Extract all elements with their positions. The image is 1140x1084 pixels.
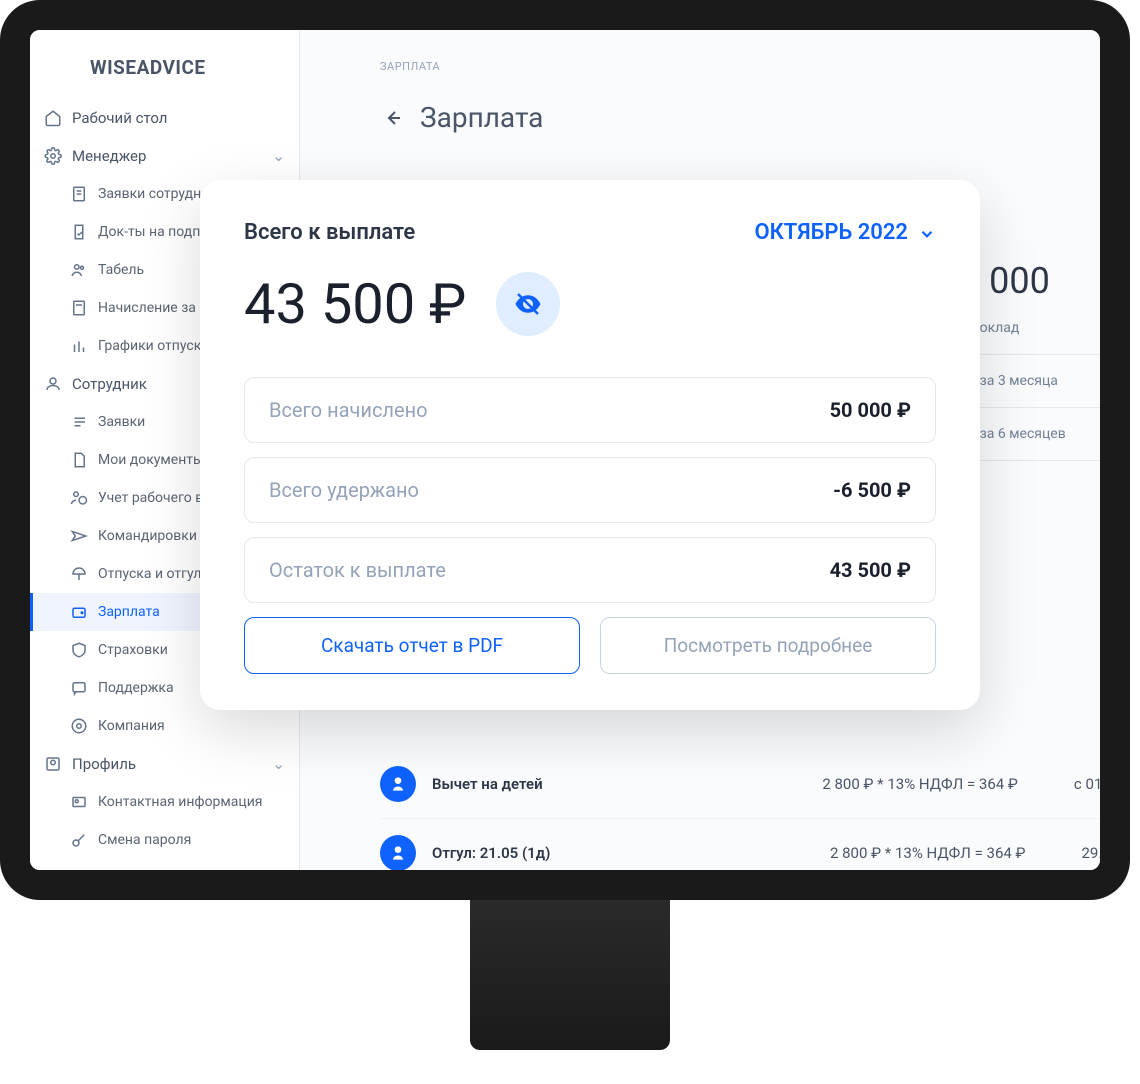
- detail-withheld: Всего удержано -6 500 ₽: [244, 457, 936, 523]
- calculator-icon: [70, 299, 88, 317]
- nav-label: Компания: [98, 718, 165, 734]
- nav-label: Учет рабочего в: [98, 490, 203, 506]
- nav-label: Заявки: [98, 414, 145, 430]
- nav-label: Рабочий стол: [72, 109, 167, 127]
- nav-label: Командировки: [98, 528, 197, 544]
- bg-line: ий за 3 месяца: [960, 355, 1100, 408]
- salary-summary-card: Всего к выплате ОКТЯБРЬ 2022 43 500 ₽ Вс…: [200, 180, 980, 710]
- nav-label: Зарплата: [98, 604, 160, 620]
- nav-label: Смена пароля: [98, 832, 191, 848]
- nav-label: Док-ты на подп: [98, 224, 200, 240]
- clipboard-icon: [70, 185, 88, 203]
- bg-stats: 2 000 ий оклад ий за 3 месяца ий за 6 ме…: [960, 260, 1100, 461]
- nav-label: Сотрудник: [72, 375, 147, 393]
- list-icon: [70, 413, 88, 431]
- shield-icon: [70, 641, 88, 659]
- nav-profile-contact[interactable]: Контактная информация: [30, 783, 299, 821]
- card-icon: [70, 793, 88, 811]
- nav-emp-company[interactable]: Компания: [30, 707, 299, 745]
- child-deduction-icon: [380, 766, 416, 802]
- history-title: Вычет на детей: [432, 775, 692, 793]
- eye-off-icon: [513, 289, 543, 319]
- month-value: ОКТЯБРЬ 2022: [754, 220, 908, 245]
- bg-amount: 2 000: [960, 260, 1100, 302]
- download-pdf-button[interactable]: Скачать отчет в PDF: [244, 617, 580, 674]
- bg-line: ий за 6 месяцев: [960, 408, 1100, 461]
- total-amount: 43 500 ₽: [244, 271, 466, 337]
- dayoff-icon: [380, 835, 416, 870]
- back-arrow-icon[interactable]: [380, 106, 404, 130]
- nav-label: Отпуска и отгул: [98, 566, 201, 582]
- toggle-visibility-button[interactable]: [496, 272, 560, 336]
- history-formula: 2 800 ₽ * 13% НДФЛ = 364 ₽: [708, 844, 1066, 862]
- history-row[interactable]: Вычет на детей 2 800 ₽ * 13% НДФЛ = 364 …: [380, 750, 1100, 819]
- detail-label: Всего начислено: [269, 398, 428, 422]
- detail-label: Всего удержано: [269, 478, 419, 502]
- home-icon: [44, 109, 62, 127]
- detail-value: 43 500 ₽: [830, 558, 911, 582]
- nav-label: Страховки: [98, 642, 168, 658]
- bg-line: ий оклад: [960, 302, 1100, 355]
- history-row[interactable]: Отгул: 21.05 (1д) 2 800 ₽ * 13% НДФЛ = 3…: [380, 819, 1100, 870]
- month-picker[interactable]: ОКТЯБРЬ 2022: [754, 220, 936, 245]
- chevron-down-icon: ⌄: [272, 755, 285, 773]
- chart-icon: [70, 337, 88, 355]
- nav-label: Табель: [98, 262, 144, 278]
- chevron-down-icon: [918, 224, 936, 242]
- page-title: Зарплата: [420, 101, 543, 134]
- clock-person-icon: [70, 489, 88, 507]
- nav-desktop[interactable]: Рабочий стол: [30, 99, 299, 137]
- users-icon: [70, 261, 88, 279]
- history-date: с 01.2020: [1074, 775, 1100, 793]
- nav-label: Профиль: [72, 755, 136, 773]
- history-formula: 2 800 ₽ * 13% НДФЛ = 364 ₽: [708, 775, 1058, 793]
- id-icon: [44, 755, 62, 773]
- nav-label: Графики отпуск: [98, 338, 201, 354]
- nav-label: Мои документы: [98, 452, 204, 468]
- nav-label: Менеджер: [72, 147, 146, 165]
- nav-manager[interactable]: Менеджер ⌄: [30, 137, 299, 175]
- history-title: Отгул: 21.05 (1д): [432, 844, 692, 862]
- history-date: 29.04.20: [1082, 844, 1101, 862]
- chevron-down-icon: ⌄: [272, 147, 285, 165]
- nav-label: Начисление за: [98, 300, 196, 316]
- building-icon: [70, 717, 88, 735]
- nav-profile-password[interactable]: Смена пароля: [30, 821, 299, 859]
- detail-value: 50 000 ₽: [830, 398, 911, 422]
- nav-label: Контактная информация: [98, 794, 262, 810]
- breadcrumb: ЗАРПЛАТА: [300, 30, 1100, 73]
- nav-profile[interactable]: Профиль ⌄: [30, 745, 299, 783]
- nav-label: Поддержка: [98, 680, 174, 696]
- signature-icon: [70, 223, 88, 241]
- detail-label: Остаток к выплате: [269, 558, 446, 582]
- person-icon: [44, 375, 62, 393]
- plane-icon: [70, 527, 88, 545]
- card-title: Всего к выплате: [244, 220, 415, 245]
- detail-value: -6 500 ₽: [833, 478, 911, 502]
- wallet-icon: [70, 603, 88, 621]
- gear-icon: [44, 147, 62, 165]
- key-icon: [70, 831, 88, 849]
- chat-icon: [70, 679, 88, 697]
- umbrella-icon: [70, 565, 88, 583]
- view-details-button[interactable]: Посмотреть подробнее: [600, 617, 936, 674]
- detail-remaining: Остаток к выплате 43 500 ₽: [244, 537, 936, 603]
- history-list: Вычет на детей 2 800 ₽ * 13% НДФЛ = 364 …: [380, 750, 1100, 870]
- app-logo: WISEADVICE: [30, 44, 299, 99]
- file-icon: [70, 451, 88, 469]
- detail-accrued: Всего начислено 50 000 ₽: [244, 377, 936, 443]
